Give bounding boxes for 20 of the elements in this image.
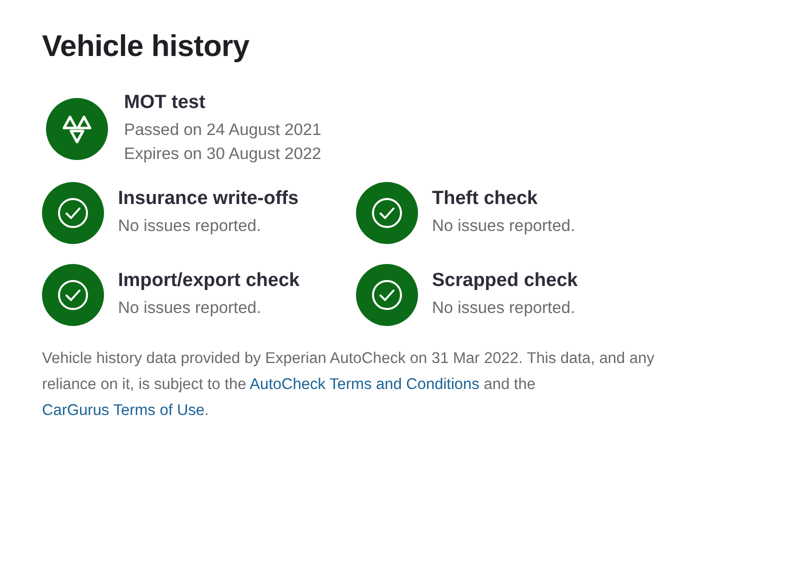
check-detail: Passed on 24 August 2021 — [124, 120, 322, 141]
check-status: No issues reported. — [118, 216, 262, 237]
check-title: MOT test — [124, 92, 206, 114]
section-title: Vehicle history — [42, 30, 250, 64]
check-status: No issues reported. — [118, 298, 262, 319]
check-status: No issues reported. — [432, 298, 576, 319]
check-status: No issues reported. — [432, 216, 576, 237]
check-title: Theft check — [432, 188, 539, 210]
check-title: Scrapped check — [432, 270, 578, 292]
check-icon — [356, 182, 418, 244]
check-icon — [42, 182, 104, 244]
check-icon — [42, 264, 104, 326]
check-title: Insurance write-offs — [118, 188, 299, 210]
terms-link[interactable]: AutoCheck Terms and Conditions — [250, 376, 480, 393]
check-title: Import/export check — [118, 270, 300, 292]
terms-link[interactable]: CarGurus Terms of Use — [42, 402, 205, 419]
mot-icon — [46, 98, 108, 160]
check-icon — [356, 264, 418, 326]
check-detail: Expires on 30 August 2022 — [124, 144, 322, 165]
disclaimer-text: Vehicle history data provided by Experian AutoCheck on 31 Mar 2022. This data, and any reliance on it, is subject to the AutoCheck Terms and Conditions and the CarGurus Terms of Use. — [42, 349, 656, 421]
